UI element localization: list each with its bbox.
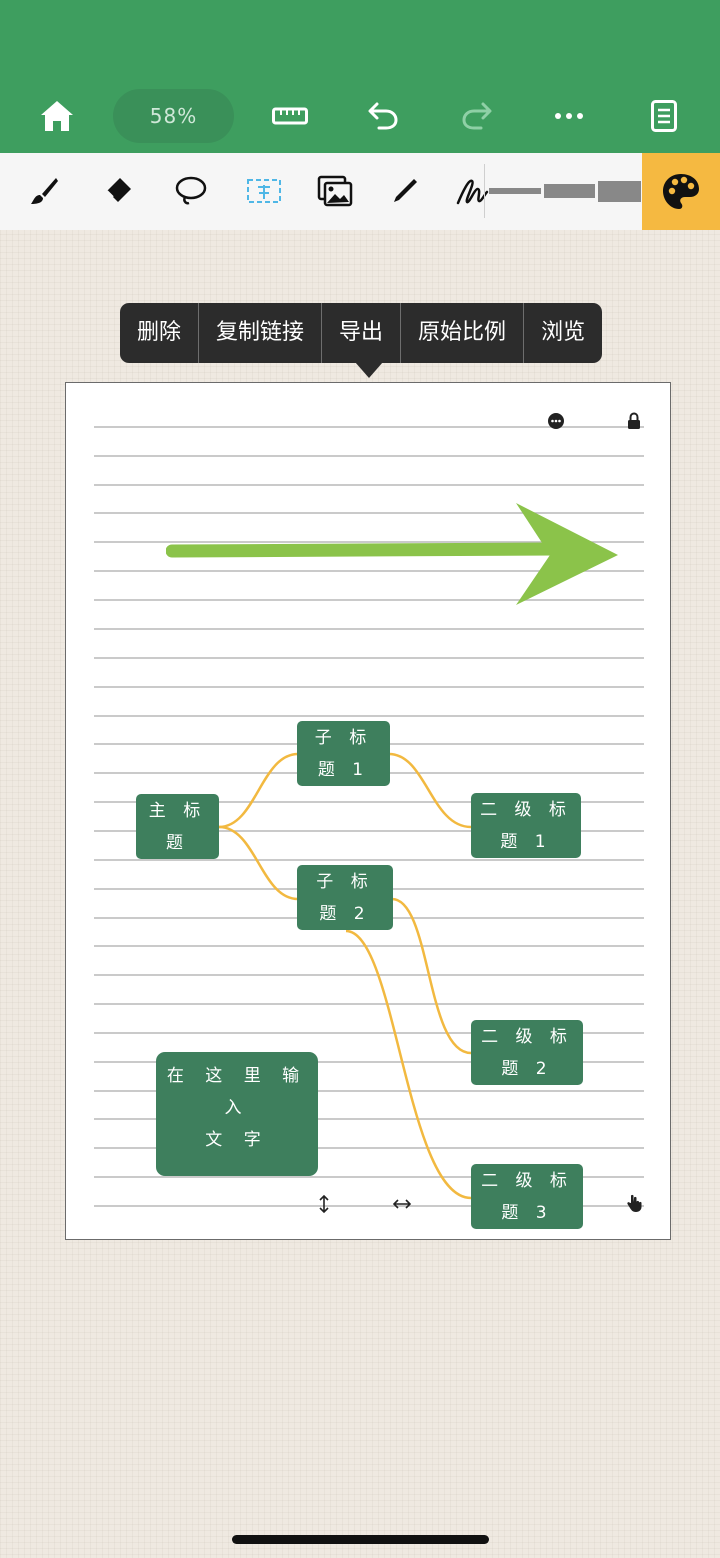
node-text: 题 2	[319, 903, 371, 924]
image-tool[interactable]	[307, 163, 363, 219]
resize-vertical-icon[interactable]	[318, 1194, 330, 1214]
stroke-medium[interactable]	[544, 184, 595, 198]
free-text-line: 在 这 里 输 入	[166, 1066, 308, 1118]
home-indicator	[232, 1535, 489, 1544]
node-text: 题	[166, 832, 189, 853]
redo-button[interactable]	[449, 88, 505, 144]
menu-browse[interactable]: 浏览	[524, 303, 602, 363]
node-text: 二 级 标	[480, 799, 572, 820]
options-icon[interactable]	[548, 413, 564, 429]
brush-tool[interactable]	[16, 163, 72, 219]
undo-button[interactable]	[355, 88, 411, 144]
note-page[interactable]: 主 标题 子 标题 1 子 标题 2 二 级 标题 1 二 级 标题 2 二 级…	[65, 382, 671, 1240]
home-icon	[41, 101, 73, 131]
mindmap-root[interactable]: 主 标题	[136, 794, 219, 859]
mindmap-sub-2[interactable]: 子 标题 2	[297, 865, 393, 930]
menu-original-ratio[interactable]: 原始比例	[401, 303, 525, 363]
eraser-tool[interactable]	[90, 163, 146, 219]
color-palette-button[interactable]	[642, 153, 720, 230]
ruler-icon	[272, 107, 308, 125]
node-text: 二 级 标	[481, 1026, 573, 1047]
undo-icon	[368, 102, 398, 130]
mindmap-level2-2[interactable]: 二 级 标题 2	[471, 1020, 583, 1085]
pages-button[interactable]	[636, 88, 692, 144]
node-text: 题 1	[317, 759, 370, 780]
context-menu: 删除 复制链接 导出 原始比例 浏览	[120, 303, 603, 363]
pencil-tool[interactable]	[377, 163, 433, 219]
menu-delete[interactable]: 删除	[120, 303, 200, 363]
brush-icon	[31, 178, 58, 204]
mindmap-level2-3[interactable]: 二 级 标题 3	[471, 1164, 583, 1229]
node-text: 题 1	[500, 831, 552, 852]
document-icon	[651, 100, 677, 132]
hand-pointer-icon[interactable]	[626, 1193, 644, 1213]
more-icon	[555, 113, 583, 119]
toolbar-divider	[484, 164, 485, 218]
palette-icon	[663, 173, 699, 209]
eraser-icon	[106, 178, 131, 202]
menu-copy-link[interactable]: 复制链接	[199, 303, 323, 363]
context-menu-pointer	[355, 362, 383, 378]
free-text-box[interactable]: 在 这 里 输 入 文 字	[156, 1052, 318, 1176]
text-box-icon	[247, 179, 281, 203]
resize-horizontal-icon[interactable]	[392, 1197, 412, 1211]
node-text: 题 2	[501, 1058, 553, 1079]
stroke-thin[interactable]	[489, 188, 541, 194]
text-box-tool[interactable]	[236, 163, 292, 219]
redo-icon	[462, 102, 492, 130]
zoom-level[interactable]: 58%	[113, 89, 234, 143]
node-text: 子 标	[314, 727, 373, 748]
mindmap-sub-1[interactable]: 子 标题 1	[297, 721, 390, 786]
stroke-thick[interactable]	[598, 181, 641, 202]
node-text: 题 3	[501, 1202, 553, 1223]
top-bar: 58%	[0, 0, 720, 153]
free-text-line: 文 字	[205, 1130, 269, 1150]
node-text: 二 级 标	[481, 1170, 573, 1191]
node-text: 子 标	[316, 871, 374, 892]
lasso-tool[interactable]	[163, 163, 219, 219]
more-button[interactable]	[541, 88, 597, 144]
lasso-icon	[175, 176, 207, 205]
home-button[interactable]	[29, 88, 85, 144]
lock-icon[interactable]	[627, 412, 641, 430]
ruler-button[interactable]	[262, 88, 318, 144]
pencil-icon	[394, 179, 417, 202]
mindmap-level2-1[interactable]: 二 级 标题 1	[471, 793, 581, 858]
image-icon	[317, 175, 353, 207]
menu-export[interactable]: 导出	[322, 303, 402, 363]
node-text: 主 标	[148, 800, 207, 821]
